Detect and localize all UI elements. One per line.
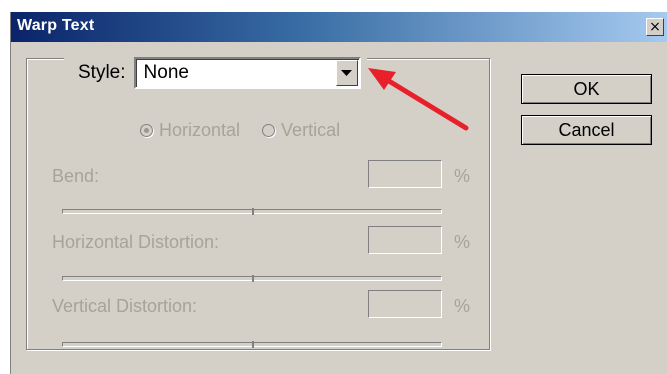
horizontal-distortion-unit: % bbox=[454, 232, 471, 252]
bend-slider-thumb[interactable] bbox=[252, 208, 254, 215]
bend-unit: % bbox=[454, 166, 471, 186]
title-bar: Warp Text × bbox=[11, 12, 667, 42]
dialog-title: Warp Text bbox=[17, 17, 95, 34]
vertical-distortion-slider-thumb[interactable] bbox=[252, 341, 254, 348]
chevron-down-icon bbox=[341, 69, 353, 76]
ok-button[interactable]: OK bbox=[521, 74, 652, 104]
horizontal-distortion-label: Horizontal Distortion: bbox=[52, 232, 220, 252]
horizontal-radio[interactable] bbox=[140, 124, 153, 137]
horizontal-radio-label: Horizontal bbox=[159, 120, 241, 140]
cancel-button[interactable]: Cancel bbox=[521, 115, 652, 145]
close-icon: × bbox=[649, 19, 661, 35]
vertical-distortion-unit: % bbox=[454, 296, 471, 316]
style-dropdown-button[interactable] bbox=[335, 60, 358, 86]
vertical-distortion-label: Vertical Distortion: bbox=[52, 296, 198, 316]
style-row: Style: None bbox=[64, 50, 367, 96]
style-label: Style: bbox=[78, 62, 126, 83]
style-dropdown[interactable]: None bbox=[133, 57, 361, 89]
horizontal-distortion-input[interactable] bbox=[368, 226, 442, 254]
vertical-distortion-input[interactable] bbox=[368, 290, 442, 318]
style-selected-value: None bbox=[143, 62, 189, 83]
orientation-radio-group: Horizontal Vertical bbox=[140, 120, 340, 141]
close-button[interactable]: × bbox=[646, 18, 664, 36]
horizontal-distortion-slider-thumb[interactable] bbox=[252, 275, 254, 282]
vertical-radio[interactable] bbox=[262, 124, 276, 137]
bend-input[interactable] bbox=[368, 160, 442, 188]
bend-label: Bend: bbox=[52, 166, 100, 186]
vertical-radio-label: Vertical bbox=[281, 120, 341, 140]
